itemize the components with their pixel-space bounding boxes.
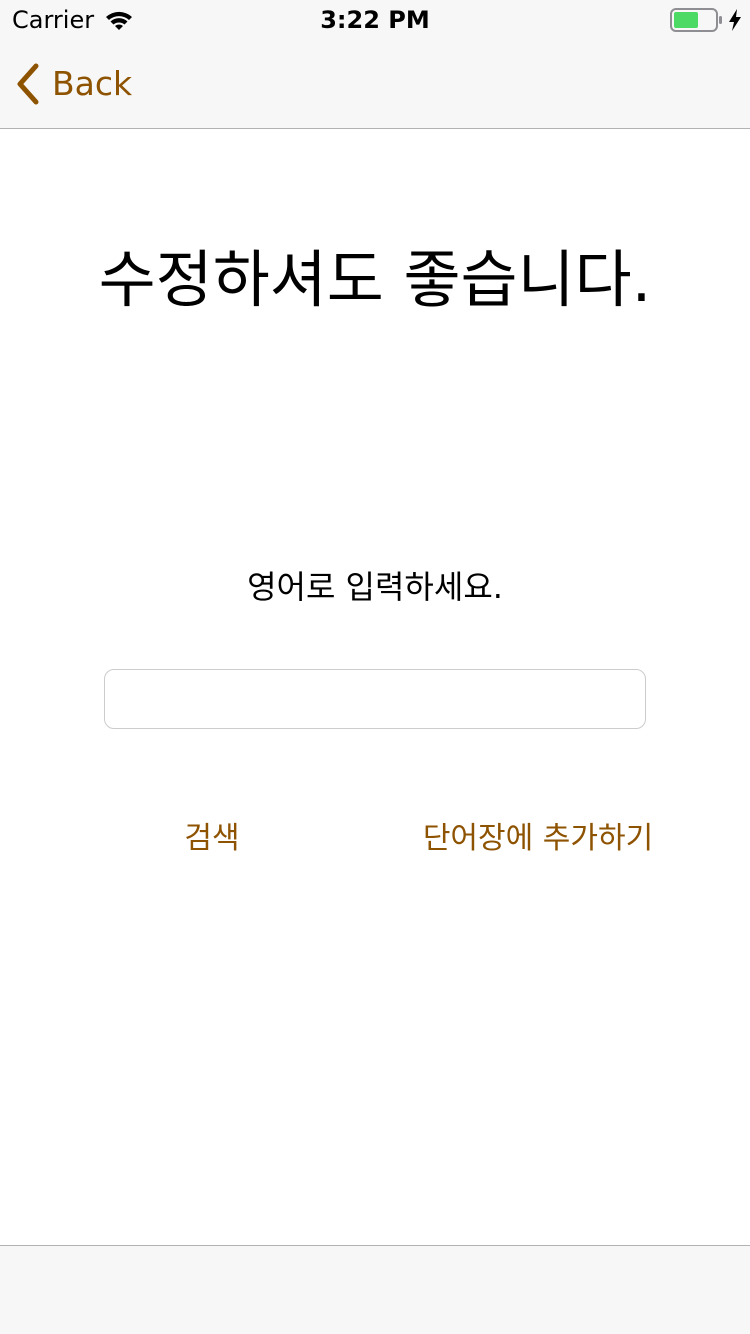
page-headline: 수정하셔도 좋습니다. bbox=[98, 243, 652, 316]
status-time: 3:22 PM bbox=[320, 6, 430, 34]
app-screen: Carrier 3:22 PM Back 수정하셔도 좋습니다. 영어로 입력하… bbox=[0, 0, 750, 1334]
search-button[interactable]: 검색 bbox=[152, 816, 272, 862]
charging-bolt-icon bbox=[729, 9, 741, 31]
back-label: Back bbox=[52, 64, 133, 103]
navigation-bar: Back bbox=[0, 40, 750, 129]
chevron-left-icon bbox=[17, 63, 39, 105]
battery-icon bbox=[670, 8, 722, 32]
back-button[interactable]: Back bbox=[14, 60, 132, 108]
battery-group bbox=[670, 8, 742, 32]
add-to-wordbook-button[interactable]: 단어장에 추가하기 bbox=[400, 816, 676, 862]
status-bar: Carrier 3:22 PM bbox=[0, 0, 750, 40]
word-input[interactable] bbox=[104, 669, 646, 729]
bottom-toolbar bbox=[0, 1245, 750, 1334]
instruction-label: 영어로 입력하세요. bbox=[247, 568, 503, 606]
